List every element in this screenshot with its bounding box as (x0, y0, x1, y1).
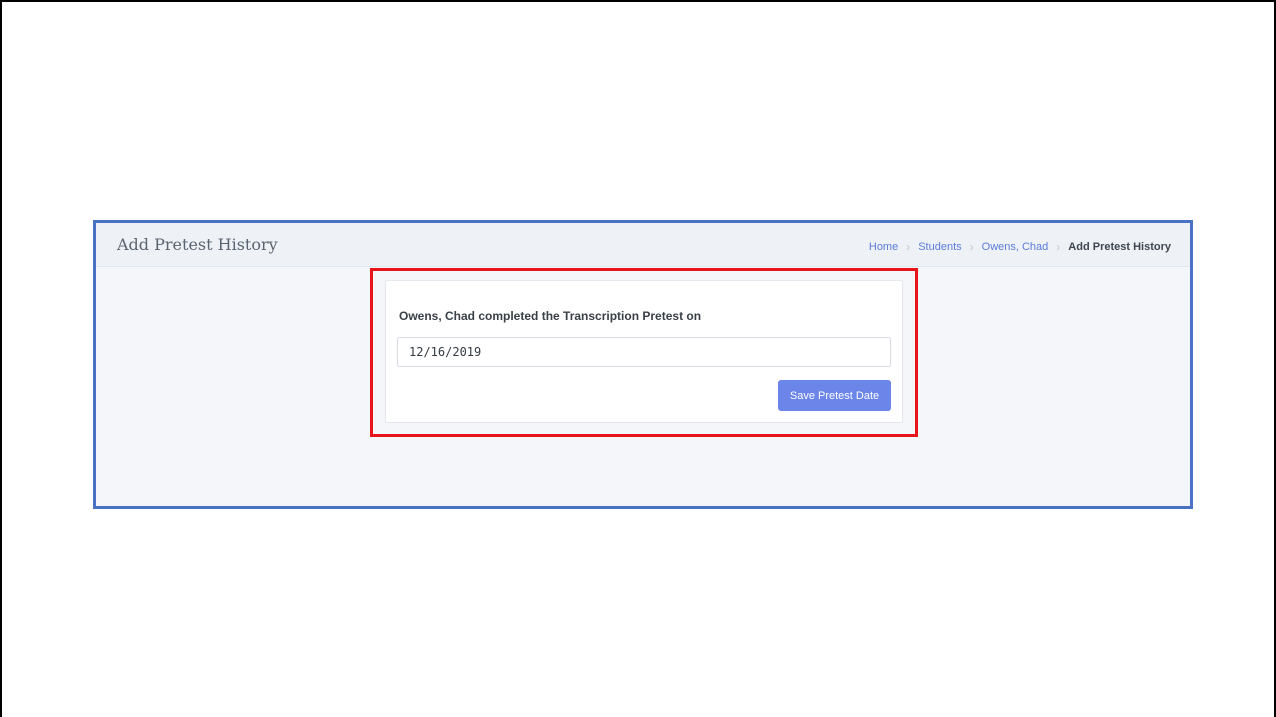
breadcrumb-student-link[interactable]: Owens, Chad (982, 241, 1049, 253)
app-window: Add Pretest History Home › Students › Ow… (93, 220, 1193, 509)
breadcrumb-students-link[interactable]: Students (918, 241, 961, 253)
breadcrumb: Home › Students › Owens, Chad › Add Pret… (869, 240, 1171, 254)
slide-frame: Add Pretest History Home › Students › Ow… (0, 0, 1276, 717)
chevron-right-icon: › (1056, 240, 1061, 254)
page-header: Add Pretest History Home › Students › Ow… (96, 223, 1190, 267)
breadcrumb-current: Add Pretest History (1068, 241, 1171, 253)
page-title: Add Pretest History (117, 235, 278, 254)
chevron-right-icon: › (906, 240, 911, 254)
pretest-form-label: Owens, Chad completed the Transcription … (399, 309, 702, 323)
save-pretest-date-button[interactable]: Save Pretest Date (778, 380, 891, 411)
pretest-date-input[interactable] (397, 337, 891, 367)
chevron-right-icon: › (969, 240, 974, 254)
pretest-form-card: Owens, Chad completed the Transcription … (385, 280, 903, 423)
breadcrumb-home-link[interactable]: Home (869, 241, 898, 253)
